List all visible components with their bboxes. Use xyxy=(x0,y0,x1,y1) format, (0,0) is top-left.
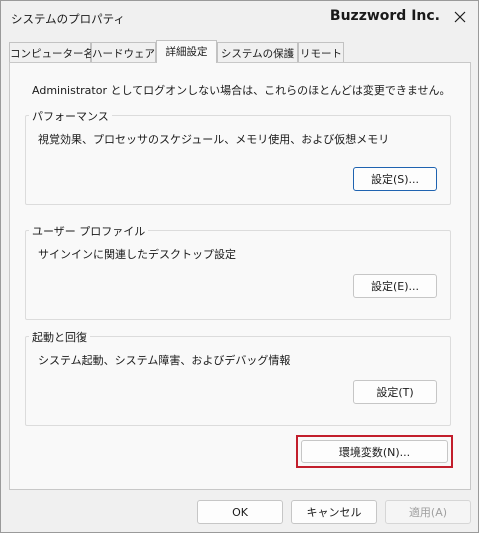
performance-group-label: パフォーマンス xyxy=(29,108,112,124)
system-properties-window: システムのプロパティ Buzzword Inc. コンピューター名 ハードウェア… xyxy=(0,0,479,533)
tab-label: システムの保護 xyxy=(220,48,295,60)
close-button[interactable] xyxy=(448,5,472,29)
startup-recovery-settings-button[interactable]: 設定(T) xyxy=(353,380,437,404)
startup-recovery-group: 起動と回復 システム起動、システム障害、およびデバッグ情報 設定(T) xyxy=(25,329,451,426)
window-title: システムのプロパティ xyxy=(11,12,125,26)
tab-label: ハードウェア xyxy=(92,48,155,60)
tab-system-protection[interactable]: システムの保護 xyxy=(217,42,298,62)
advanced-tab-panel: Administrator としてログオンしない場合は、これらのほとんどは変更で… xyxy=(9,62,471,490)
performance-settings-button[interactable]: 設定(S)... xyxy=(353,167,437,191)
ok-button[interactable]: OK xyxy=(197,500,283,524)
tab-label: コンピューター名 xyxy=(10,48,94,60)
user-profile-group: ユーザー プロファイル サインインに関連したデスクトップ設定 設定(E)... xyxy=(25,223,451,320)
title-bar: システムのプロパティ Buzzword Inc. xyxy=(1,1,478,35)
close-icon xyxy=(454,11,466,23)
performance-group: パフォーマンス 視覚効果、プロセッサのスケジュール、メモリ使用、および仮想メモリ… xyxy=(25,108,451,205)
environment-variables-button[interactable]: 環境変数(N)... xyxy=(301,440,448,463)
user-profile-description: サインインに関連したデスクトップ設定 xyxy=(38,248,236,261)
apply-button[interactable]: 適用(A) xyxy=(385,500,471,524)
tab-remote[interactable]: リモート xyxy=(298,42,344,62)
user-profile-settings-button[interactable]: 設定(E)... xyxy=(353,274,437,298)
startup-recovery-group-label: 起動と回復 xyxy=(29,329,90,345)
admin-notice: Administrator としてログオンしない場合は、これらのほとんどは変更で… xyxy=(32,84,451,97)
performance-description: 視覚効果、プロセッサのスケジュール、メモリ使用、および仮想メモリ xyxy=(38,133,390,146)
startup-recovery-description: システム起動、システム障害、およびデバッグ情報 xyxy=(38,354,291,367)
tab-hardware[interactable]: ハードウェア xyxy=(91,42,156,62)
tab-label: リモート xyxy=(300,48,342,60)
brand-label: Buzzword Inc. xyxy=(329,8,440,24)
tab-advanced[interactable]: 詳細設定 xyxy=(156,40,217,63)
tab-label: 詳細設定 xyxy=(165,46,208,58)
user-profile-group-label: ユーザー プロファイル xyxy=(29,223,149,239)
tab-computer-name[interactable]: コンピューター名 xyxy=(9,42,94,62)
cancel-button[interactable]: キャンセル xyxy=(291,500,377,524)
